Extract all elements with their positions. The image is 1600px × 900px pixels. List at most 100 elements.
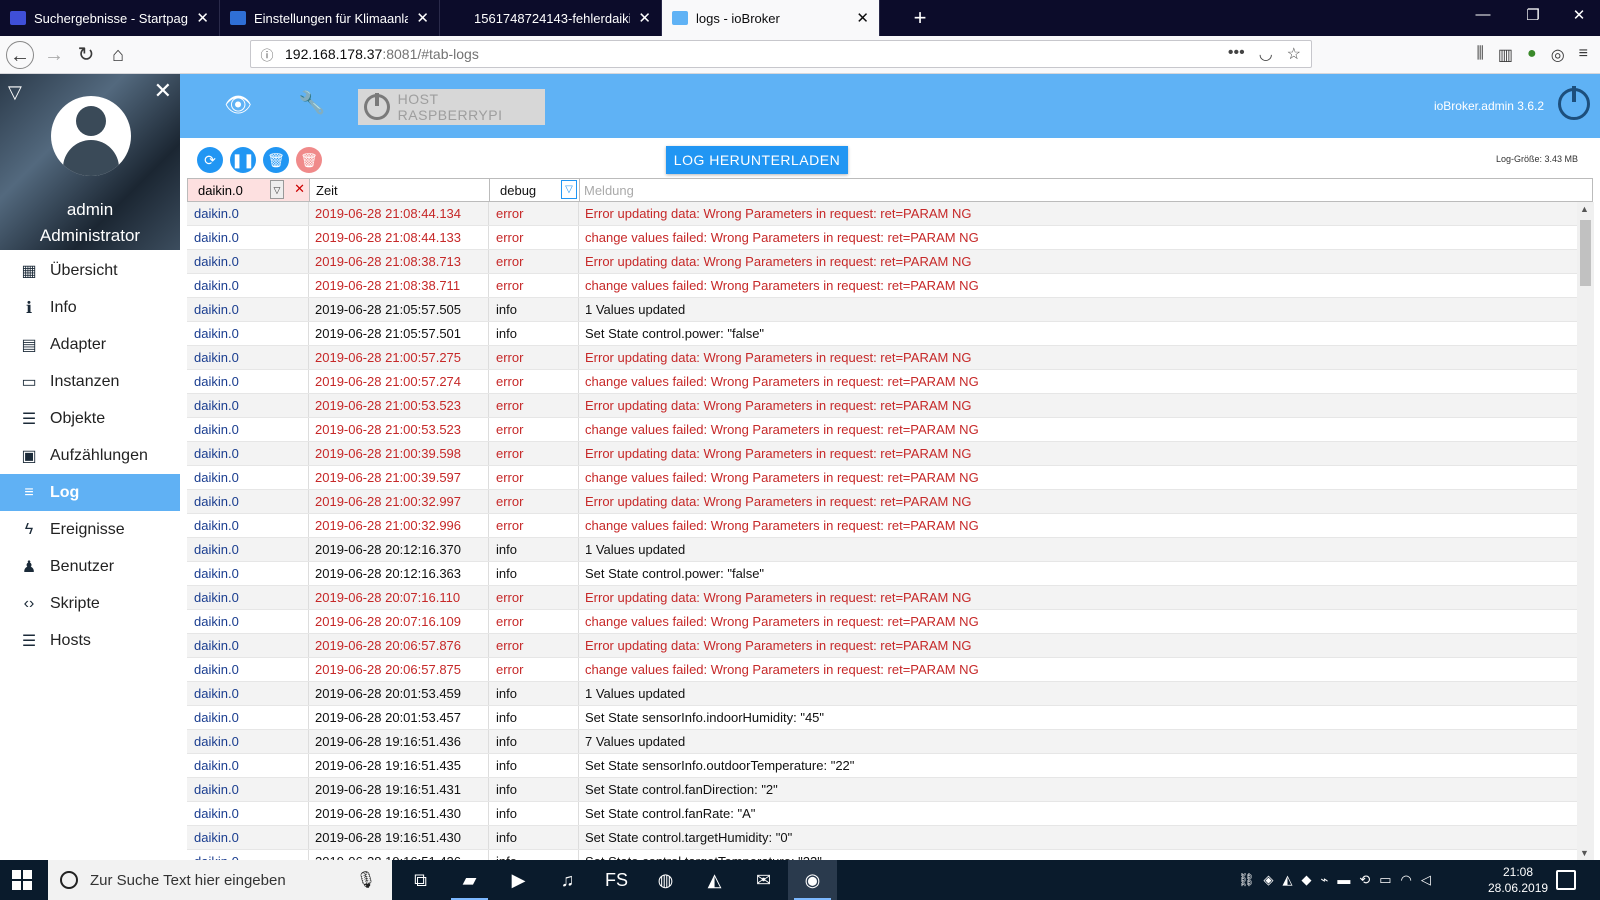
time-filter[interactable]: Zeit: [310, 179, 490, 201]
network-share-icon[interactable]: ⛓: [1238, 872, 1255, 888]
restore-button[interactable]: ❐: [1518, 6, 1548, 24]
new-tab-button[interactable]: +: [908, 5, 932, 31]
file-explorer-icon[interactable]: ▰: [445, 860, 494, 900]
sidebar-item-aufzählungen[interactable]: ▣ Aufzählungen: [0, 437, 180, 474]
refresh-button[interactable]: ⟳: [197, 147, 223, 173]
browser-tab[interactable]: 1561748724143-fehlerdaikin.jpg (JPE ✕: [440, 0, 662, 36]
mail-icon[interactable]: ✉: [739, 860, 788, 900]
sidebar-item-skripte[interactable]: ‹› Skripte: [0, 585, 180, 622]
reload-icon[interactable]: ↻: [72, 41, 100, 69]
windows-start-icon[interactable]: [12, 870, 32, 890]
sidebar-item-hosts[interactable]: ☰ Hosts: [0, 622, 180, 659]
volume-icon[interactable]: ◁: [1421, 872, 1431, 888]
sidebar-item-info[interactable]: ℹ Info: [0, 289, 180, 326]
close-tab-icon[interactable]: ✕: [196, 9, 209, 27]
pdf-app-icon[interactable]: ◭: [690, 860, 739, 900]
scrollbar-thumb[interactable]: [1580, 220, 1591, 286]
task-view-icon[interactable]: ⧉: [396, 860, 445, 900]
back-icon[interactable]: ←: [6, 41, 34, 69]
menu-icon[interactable]: ≡: [1579, 45, 1588, 65]
tray-nvidia-icon[interactable]: ◆: [1302, 872, 1312, 888]
sidebar-item-instanzen[interactable]: ▭ Instanzen: [0, 363, 180, 400]
close-tab-icon[interactable]: ✕: [638, 9, 651, 27]
browser-tab[interactable]: Einstellungen für Klimaanlage D ✕: [220, 0, 440, 36]
eye-icon[interactable]: 👁: [224, 92, 252, 118]
sidebar-toggle-icon[interactable]: ▥: [1498, 45, 1513, 65]
scroll-up-icon[interactable]: ▲: [1580, 204, 1589, 214]
logout-power-icon[interactable]: [1558, 86, 1590, 120]
tray-link-icon[interactable]: ⌁: [1321, 872, 1329, 888]
log-time: 2019-06-28 19:16:51.430: [309, 802, 489, 825]
taskbar-clock[interactable]: 21:08 28.06.2019: [1488, 864, 1548, 896]
power-icon: [364, 93, 390, 120]
log-message: Error updating data: Wrong Parameters in…: [585, 494, 972, 509]
log-message: change values failed: Wrong Parameters i…: [585, 278, 979, 293]
sidebar-item-benutzer[interactable]: ♟ Benutzer: [0, 548, 180, 585]
clear-filter-icon[interactable]: ✕: [294, 181, 305, 197]
close-window-button[interactable]: ✕: [1564, 6, 1594, 24]
pocket-icon[interactable]: ◡: [1259, 44, 1273, 64]
home-icon[interactable]: ⌂: [104, 41, 132, 69]
browser-tab[interactable]: logs - ioBroker ✕: [662, 0, 880, 36]
globe-app-icon[interactable]: ◍: [641, 860, 690, 900]
log-row: daikin.0 2019-06-28 19:16:51.430 info Set S…: [187, 802, 1577, 826]
mp3-app-icon[interactable]: ♫: [543, 860, 592, 900]
scroll-down-icon[interactable]: ▼: [1580, 848, 1589, 858]
minimize-button[interactable]: —: [1468, 6, 1498, 23]
microphone-icon[interactable]: 🎙: [356, 870, 376, 890]
log-source: daikin.0: [187, 514, 309, 537]
sidebar-item-objekte[interactable]: ☰ Objekte: [0, 400, 180, 437]
sidebar-item-adapter[interactable]: ▤ Adapter: [0, 326, 180, 363]
sidebar-item-ereignisse[interactable]: ϟ Ereignisse: [0, 511, 180, 548]
bookmark-star-icon[interactable]: ☆: [1287, 44, 1301, 64]
delete-button[interactable]: 🗑: [263, 147, 289, 173]
notification-icon[interactable]: [1556, 870, 1576, 890]
sidebar-item-log[interactable]: ≡ Log: [0, 474, 180, 511]
chevron-down-icon[interactable]: ▽: [270, 180, 284, 199]
library-icon[interactable]: ⫼: [1477, 45, 1484, 65]
sidebar-item-übersicht[interactable]: ▦ Übersicht: [0, 252, 180, 289]
code-icon: ‹›: [23, 594, 35, 612]
fs-app-icon[interactable]: FS: [592, 860, 641, 900]
tray-app-icon[interactable]: ◈: [1264, 872, 1274, 888]
forward-icon[interactable]: →: [40, 41, 68, 69]
message-filter[interactable]: Meldung: [580, 179, 1592, 201]
log-source: daikin.0: [187, 610, 309, 633]
log-row: daikin.0 2019-06-28 21:00:32.997 error Erro…: [187, 490, 1577, 514]
source-filter-value: daikin.0: [198, 182, 243, 198]
wifi-icon[interactable]: ◠: [1401, 872, 1412, 888]
download-log-button[interactable]: LOG HERUNTERLADEN: [666, 146, 848, 174]
close-sidebar-icon[interactable]: ✕: [154, 78, 172, 104]
tray-pdf-icon[interactable]: ◭: [1283, 872, 1293, 888]
log-source: daikin.0: [187, 730, 309, 753]
battery-icon[interactable]: ▭: [1379, 872, 1391, 888]
log-source: daikin.0: [187, 562, 309, 585]
iobroker-logo-icon: ▽: [8, 82, 22, 102]
wrench-icon[interactable]: 🔧: [298, 90, 325, 116]
level-filter[interactable]: debug ▽: [490, 179, 580, 201]
url-bar[interactable]: ⓘ 192.168.178.37:8081/#tab-logs ••• ◡ ☆: [250, 40, 1312, 68]
firefox-icon[interactable]: ◉: [788, 860, 837, 900]
log-row: daikin.0 2019-06-28 20:07:16.110 error Erro…: [187, 586, 1577, 610]
app-header: 👁 🔧 HOST RASPBERRYPI ioBroker.admin 3.6.…: [180, 74, 1600, 138]
extension-icon[interactable]: ●: [1527, 45, 1537, 65]
account-icon[interactable]: ◎: [1551, 45, 1565, 65]
page-actions-icon[interactable]: •••: [1228, 44, 1245, 64]
log-row: daikin.0 2019-06-28 21:05:57.505 info 1 Val…: [187, 298, 1577, 322]
pause-button[interactable]: ❚❚: [230, 147, 256, 173]
scrollbar[interactable]: ▲ ▼: [1577, 202, 1594, 860]
browser-tab[interactable]: Suchergebnisse - Startpage.com ✕: [0, 0, 220, 36]
chevron-down-icon[interactable]: ▽: [561, 180, 577, 199]
source-filter[interactable]: daikin.0 ▽ ✕: [188, 179, 310, 201]
tray-device-icon[interactable]: ▬: [1337, 872, 1350, 888]
log-message: Error updating data: Wrong Parameters in…: [585, 446, 972, 461]
site-info-icon[interactable]: ⓘ: [257, 45, 277, 64]
taskbar-search[interactable]: Zur Suche Text hier eingeben 🎙: [48, 860, 392, 900]
close-tab-icon[interactable]: ✕: [856, 9, 869, 27]
log-level: error: [489, 634, 579, 657]
close-tab-icon[interactable]: ✕: [416, 9, 429, 27]
delete-all-button[interactable]: 🗑: [296, 147, 322, 173]
tray-sync-icon[interactable]: ⟲: [1359, 872, 1370, 888]
host-button[interactable]: HOST RASPBERRYPI: [358, 89, 545, 125]
media-player-icon[interactable]: ▶: [494, 860, 543, 900]
